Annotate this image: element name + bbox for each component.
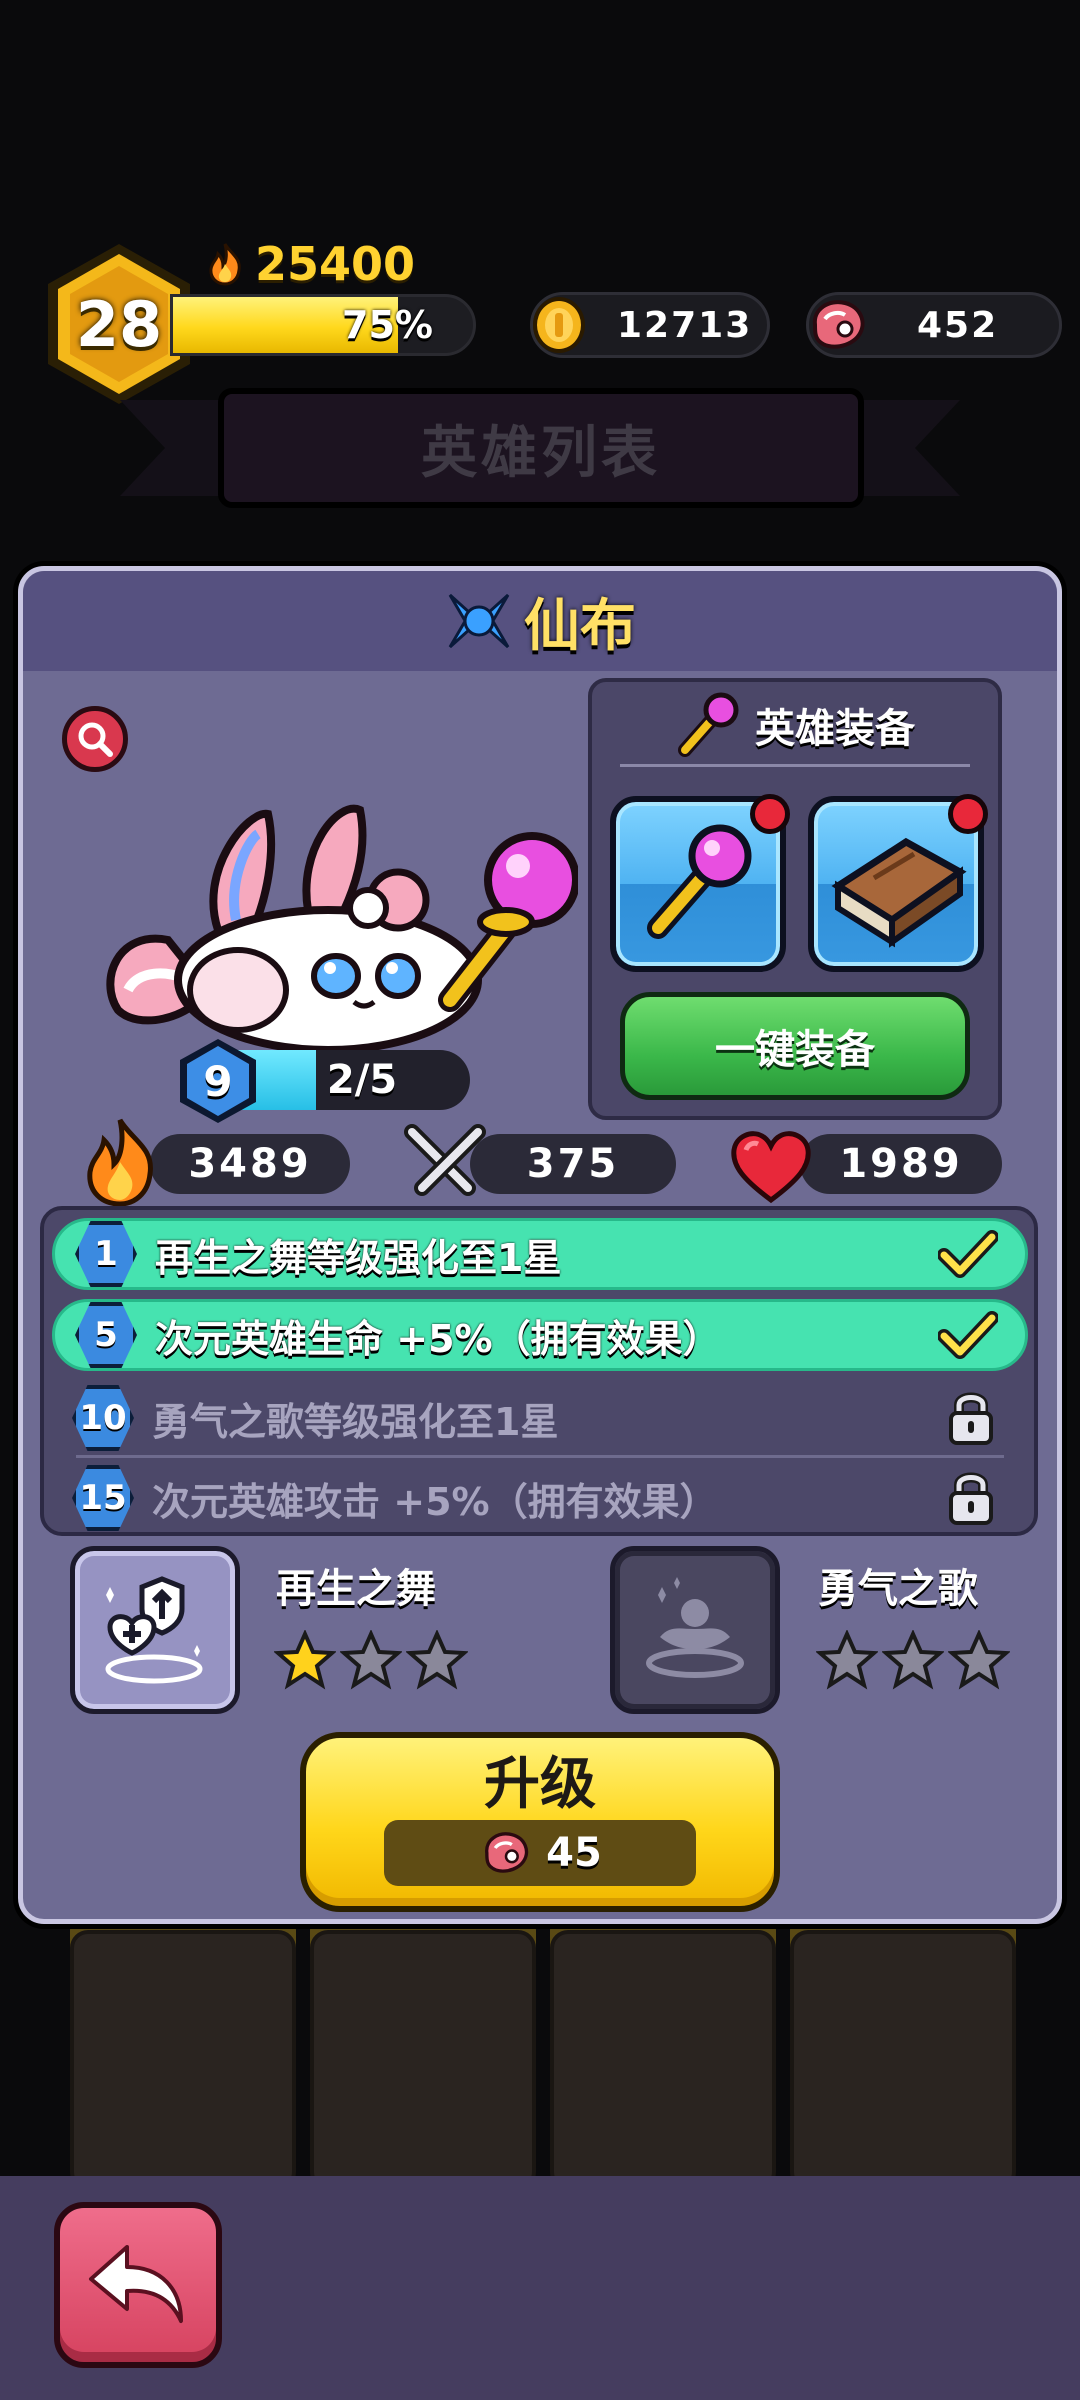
milestone-text: 次元英雄生命 +5%（拥有效果） <box>155 1316 721 1361</box>
milestone-row: 15 次元英雄攻击 +5%（拥有效果） <box>52 1462 1028 1534</box>
equipment-title: 英雄装备 <box>755 706 915 752</box>
gold-value: 12713 <box>617 304 753 346</box>
milestone-divider <box>76 1455 1004 1458</box>
power-value: 25400 <box>255 237 416 291</box>
upgrade-cost-value: 45 <box>546 1830 602 1876</box>
flame-icon <box>87 1118 153 1207</box>
star-filled-icon <box>274 1630 336 1690</box>
hero-power-stat: 3489 <box>150 1134 350 1194</box>
milestone-row: 10 勇气之歌等级强化至1星 <box>52 1382 1028 1454</box>
hero-attack-value: 375 <box>526 1141 620 1187</box>
crossed-swords-icon <box>404 1124 486 1196</box>
milestone-level: 10 <box>72 1385 134 1451</box>
milestone-row: 1 再生之舞等级强化至1星 <box>52 1218 1028 1290</box>
courage-aura-skill-icon <box>646 1577 744 1678</box>
star-empty-icon <box>948 1630 1010 1690</box>
gold-counter[interactable]: 12713 <box>530 292 770 358</box>
meat-icon <box>812 300 865 349</box>
hero-hp-stat: 1989 <box>800 1134 1002 1194</box>
upgrade-label: 升级 <box>484 1751 596 1817</box>
magnifier-icon <box>78 722 113 757</box>
hero-inspect-button[interactable] <box>62 706 128 772</box>
back-arrow-icon <box>89 2245 183 2323</box>
equipment-divider <box>620 764 970 767</box>
flame-icon <box>209 243 241 286</box>
magic-wand-icon <box>678 692 739 757</box>
meat-icon <box>485 1832 529 1873</box>
skill-stars <box>816 1630 1010 1690</box>
wand-alert-dot <box>750 794 790 834</box>
star-empty-icon <box>816 1630 878 1690</box>
hero-name: 仙布 <box>524 593 636 659</box>
checkmark-icon <box>938 1230 998 1278</box>
hero-portrait <box>106 804 578 1050</box>
lock-icon <box>949 1392 993 1445</box>
milestone-level: 15 <box>72 1465 134 1531</box>
xp-percent-label: 75% <box>342 303 433 347</box>
screen-title-banner: 英雄列表 <box>218 388 864 508</box>
skill-name: 勇气之歌 <box>818 1566 978 1612</box>
equip-all-button[interactable]: 一键装备 <box>620 992 970 1100</box>
hero-level-number: 9 <box>203 1056 233 1106</box>
milestone-row: 5 次元英雄生命 +5%（拥有效果） <box>52 1299 1028 1371</box>
book-alert-dot <box>948 794 988 834</box>
player-power: 25400 <box>205 236 415 292</box>
skill-stars <box>274 1630 468 1690</box>
milestone-text: 次元英雄攻击 +5%（拥有效果） <box>152 1479 718 1524</box>
bg-hero-card <box>310 1930 536 2190</box>
meat-counter[interactable]: 452 <box>806 292 1062 358</box>
meat-value: 452 <box>917 304 999 346</box>
milestone-level: 5 <box>75 1302 137 1368</box>
back-button[interactable] <box>54 2202 222 2368</box>
dimension-class-icon <box>448 593 510 649</box>
star-empty-icon <box>882 1630 944 1690</box>
gold-coin-icon <box>533 297 585 353</box>
hero-attack-stat: 375 <box>470 1134 676 1194</box>
milestone-text: 再生之舞等级强化至1星 <box>155 1235 562 1280</box>
star-empty-icon <box>340 1630 402 1690</box>
checkmark-icon <box>938 1311 998 1359</box>
bg-hero-card <box>790 1930 1016 2190</box>
milestone-level: 1 <box>75 1221 137 1287</box>
bg-hero-card <box>550 1930 776 2190</box>
heart-icon <box>731 1131 811 1204</box>
lock-icon <box>949 1472 993 1525</box>
equipment-header: 英雄装备 <box>588 690 1002 760</box>
upgrade-cost: 45 <box>384 1820 696 1886</box>
hero-power-value: 3489 <box>188 1141 312 1187</box>
skill-courage-song-button[interactable] <box>610 1546 780 1714</box>
skill-regen-dance-button[interactable] <box>70 1546 240 1714</box>
star-empty-icon <box>406 1630 468 1690</box>
bg-hero-card <box>70 1930 296 2190</box>
milestone-text: 勇气之歌等级强化至1星 <box>152 1399 559 1444</box>
hero-panel-header: 仙布 <box>23 571 1057 671</box>
xp-bar: 75% <box>170 294 476 356</box>
hero-hp-value: 1989 <box>839 1141 963 1187</box>
skill-name: 再生之舞 <box>276 1566 436 1612</box>
heal-shield-skill-icon <box>105 1576 203 1684</box>
screen-title: 英雄列表 <box>421 420 661 486</box>
